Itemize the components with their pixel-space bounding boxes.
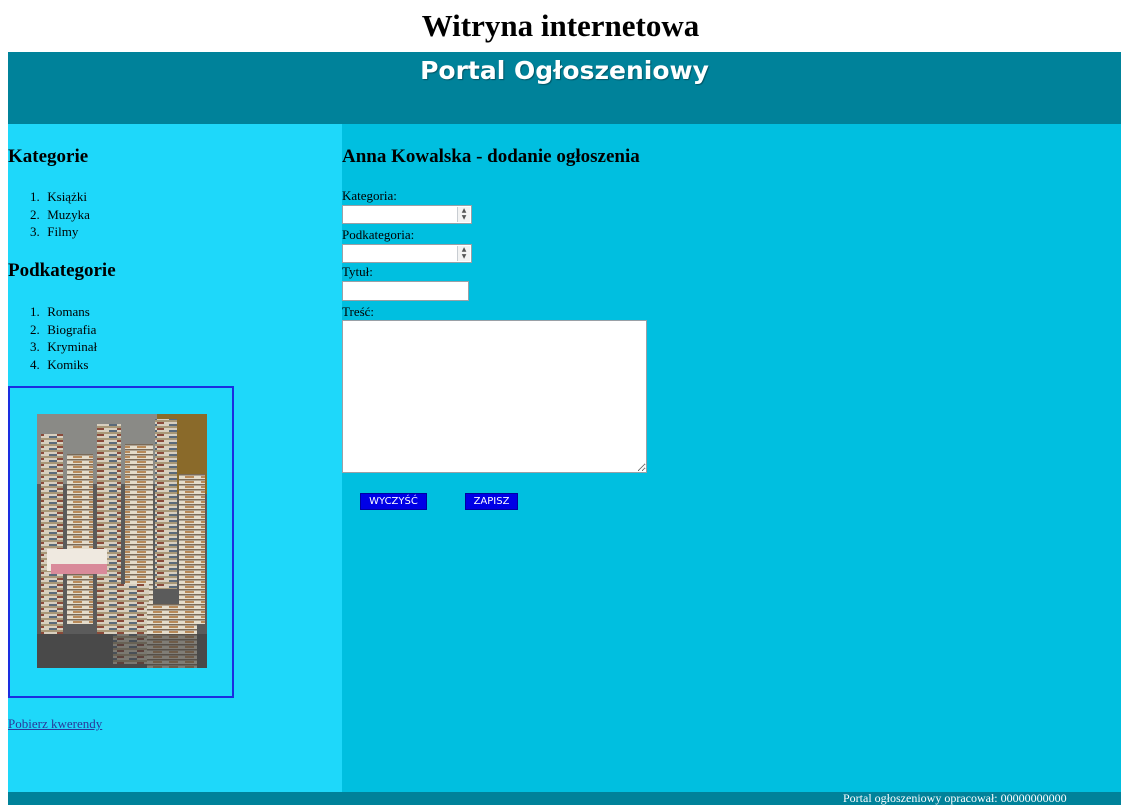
form-heading: Anna Kowalska - dodanie ogłoszenia [342, 146, 640, 167]
subcategory-item: 3. Kryminał [30, 339, 98, 354]
sidebar: Kategorie 1. Książki 2. Muzyka 3. Filmy … [8, 124, 342, 792]
subcategories-heading: Podkategorie [8, 260, 116, 281]
site-banner: Portal Ogłoszeniowy [8, 52, 1121, 124]
category-item: 1. Książki [30, 189, 87, 204]
subcategory-label: Kryminał [47, 339, 98, 354]
category-label: Muzyka [47, 206, 90, 222]
books-photo [37, 414, 207, 668]
category-label: Filmy [47, 224, 79, 239]
subcategories-list: 1. Romans 2. Biografia 3. Kryminał 4. Ko… [8, 303, 97, 373]
category-item: 3. Filmy [30, 224, 79, 239]
category-label: Kategoria: [342, 188, 397, 203]
subcategory-item: 2. Biografia [30, 321, 97, 337]
title-input[interactable] [342, 281, 469, 301]
photo-frame [8, 386, 234, 698]
categories-heading: Kategorie [8, 146, 89, 167]
content-textarea[interactable] [342, 320, 647, 473]
clear-button[interactable]: WYCZYŚĆ [360, 493, 427, 510]
page-caption: Witryna internetowa [421, 8, 700, 43]
category-label: Książki [47, 189, 87, 204]
stacks-of-books-image [37, 414, 207, 668]
spinner-arrows-icon[interactable]: ▲ ▼ [457, 246, 470, 261]
save-button[interactable]: ZAPISZ [465, 493, 518, 510]
subcategory-label: Biografia [47, 321, 97, 337]
site-title: Portal Ogłoszeniowy [420, 56, 709, 85]
subcategory-item: 4. Komiks [30, 356, 89, 372]
title-label: Tytuł: [342, 264, 373, 279]
content-label: Treść: [342, 304, 375, 319]
subcategory-item: 1. Romans [30, 304, 90, 319]
category-select[interactable]: ▲ ▼ [342, 205, 472, 224]
subcategory-label: Komiks [47, 356, 89, 372]
spinner-arrows-icon[interactable]: ▲ ▼ [457, 207, 470, 222]
footer-text: Portal ogłoszeniowy opracował: 000000000… [843, 792, 1067, 805]
main-content: Anna Kowalska - dodanie ogłoszenia Kateg… [342, 124, 1121, 792]
subcategory-label: Romans [47, 304, 90, 319]
download-queries-link[interactable]: Pobierz kwerendy [8, 716, 102, 732]
footer: Portal ogłoszeniowy opracował: 000000000… [8, 792, 1121, 805]
subcategory-label: Podkategoria: [342, 227, 415, 242]
category-item: 2. Muzyka [30, 206, 90, 222]
categories-list: 1. Książki 2. Muzyka 3. Filmy [8, 188, 90, 241]
subcategory-select[interactable]: ▲ ▼ [342, 244, 472, 263]
